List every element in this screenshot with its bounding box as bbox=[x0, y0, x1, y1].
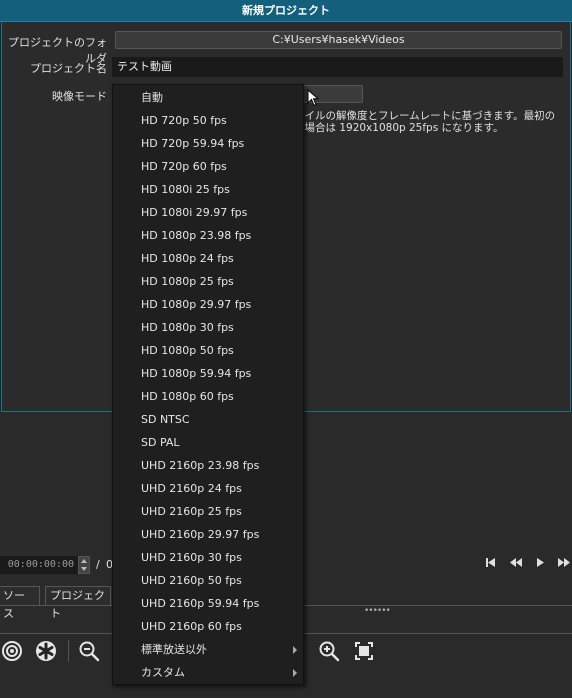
play-icon[interactable] bbox=[537, 558, 544, 570]
submenu-label: カスタム bbox=[141, 666, 185, 679]
mouse-cursor-icon bbox=[307, 89, 319, 107]
timecode-spinner[interactable] bbox=[78, 556, 90, 574]
menu-item[interactable]: UHD 2160p 50 fps bbox=[113, 569, 303, 592]
menu-item[interactable]: UHD 2160p 60 fps bbox=[113, 615, 303, 638]
video-mode-description: ァイルの解像度とフレームレートに基づきます。最初の の場合は 1920x1080… bbox=[294, 110, 566, 134]
menu-item[interactable]: HD 1080p 25 fps bbox=[113, 270, 303, 293]
project-name-input[interactable]: テスト動画 bbox=[112, 57, 563, 77]
menu-item[interactable]: UHD 2160p 24 fps bbox=[113, 477, 303, 500]
menu-item[interactable]: HD 1080i 29.97 fps bbox=[113, 201, 303, 224]
splitter-grip-icon[interactable]: •••••• bbox=[364, 606, 391, 616]
menu-item[interactable]: UHD 2160p 29.97 fps bbox=[113, 523, 303, 546]
menu-item[interactable]: HD 1080p 30 fps bbox=[113, 316, 303, 339]
menu-item[interactable]: HD 1080p 59.94 fps bbox=[113, 362, 303, 385]
description-line-1: ァイルの解像度とフレームレートに基づきます。最初の bbox=[294, 110, 556, 122]
rewind-icon[interactable] bbox=[510, 558, 522, 570]
menu-item[interactable]: 自動 bbox=[113, 86, 303, 109]
menu-item[interactable]: UHD 2160p 25 fps bbox=[113, 500, 303, 523]
zoom-fit-icon[interactable] bbox=[353, 640, 375, 662]
menu-item[interactable]: UHD 2160p 59.94 fps bbox=[113, 592, 303, 615]
window-title: 新規プロジェクト bbox=[242, 4, 330, 17]
project-name-label: プロジェクト名 bbox=[30, 62, 107, 75]
timecode-field[interactable]: 00:00:00:00 bbox=[0, 556, 78, 574]
zoom-out-icon[interactable] bbox=[78, 640, 100, 662]
skip-start-icon[interactable] bbox=[486, 558, 496, 570]
toolbar-separator bbox=[68, 640, 69, 662]
menu-item[interactable]: HD 1080p 24 fps bbox=[113, 247, 303, 270]
tab-project[interactable]: プロジェクト bbox=[45, 586, 111, 620]
menu-item[interactable]: UHD 2160p 23.98 fps bbox=[113, 454, 303, 477]
menu-item[interactable]: HD 720p 50 fps bbox=[113, 109, 303, 132]
video-mode-label: 映像モード bbox=[52, 90, 107, 103]
snap-icon[interactable] bbox=[35, 640, 57, 662]
menu-item[interactable]: SD PAL bbox=[113, 431, 303, 454]
menu-item[interactable]: HD 720p 59.94 fps bbox=[113, 132, 303, 155]
menu-item[interactable]: HD 1080i 25 fps bbox=[113, 178, 303, 201]
project-folder-button[interactable]: C:¥Users¥hasek¥Videos bbox=[115, 31, 562, 49]
fast-forward-icon[interactable] bbox=[558, 558, 570, 570]
submenu-item-custom[interactable]: カスタム bbox=[113, 661, 303, 684]
menu-item[interactable]: HD 1080p 60 fps bbox=[113, 385, 303, 408]
submenu-item-non-broadcast[interactable]: 標準放送以外 bbox=[113, 638, 303, 661]
video-mode-dropdown-menu: 自動 HD 720p 50 fps HD 720p 59.94 fps HD 7… bbox=[112, 84, 304, 685]
ripple-target-icon[interactable] bbox=[1, 640, 23, 662]
tab-source[interactable]: ソース bbox=[0, 586, 40, 620]
submenu-label: 標準放送以外 bbox=[141, 643, 207, 656]
submenu-arrow-icon bbox=[293, 646, 297, 654]
menu-item[interactable]: UHD 2160p 30 fps bbox=[113, 546, 303, 569]
menu-item[interactable]: HD 1080p 50 fps bbox=[113, 339, 303, 362]
timecode-separator: / bbox=[96, 558, 100, 571]
description-line-2: の場合は 1920x1080p 25fps になります。 bbox=[294, 122, 504, 134]
menu-item[interactable]: SD NTSC bbox=[113, 408, 303, 431]
menu-item[interactable]: HD 1080p 23.98 fps bbox=[113, 224, 303, 247]
submenu-arrow-icon bbox=[293, 669, 297, 677]
menu-item[interactable]: HD 720p 60 fps bbox=[113, 155, 303, 178]
title-bar: 新規プロジェクト bbox=[0, 0, 572, 22]
menu-item[interactable]: HD 1080p 29.97 fps bbox=[113, 293, 303, 316]
zoom-in-icon[interactable] bbox=[318, 640, 340, 662]
